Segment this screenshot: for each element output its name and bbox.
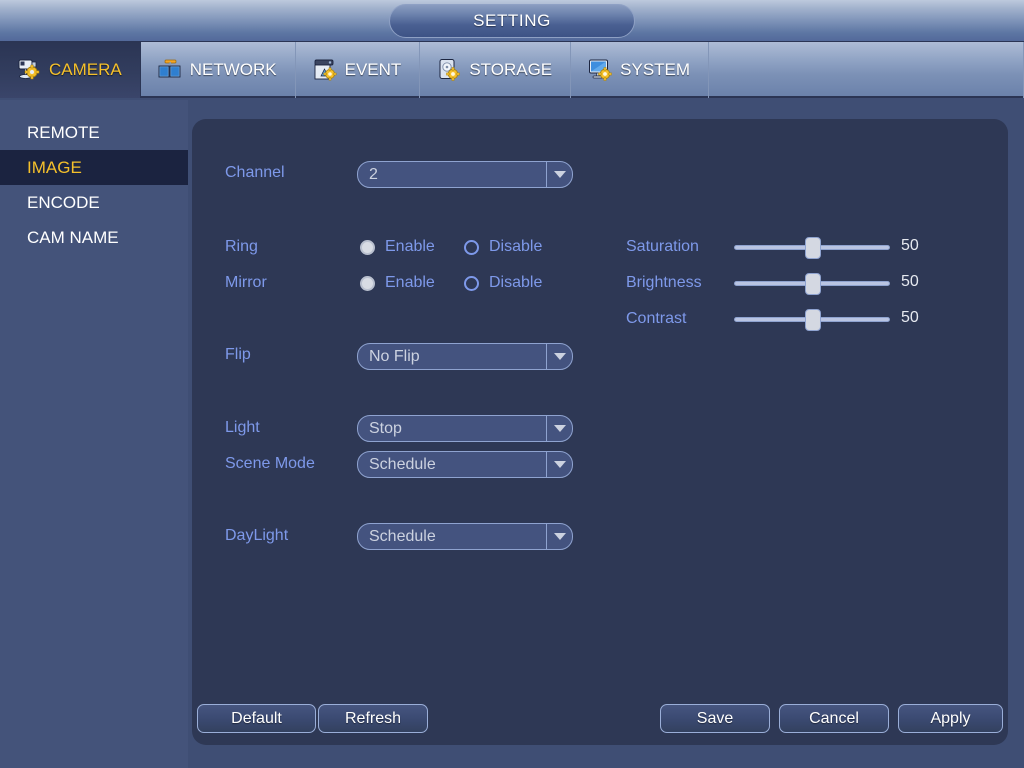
chevron-down-icon (546, 452, 572, 477)
tab-event-label: EVENT (344, 60, 402, 79)
flip-select[interactable]: No Flip (357, 343, 573, 370)
flip-select-value: No Flip (369, 347, 420, 365)
daylight-label: DayLight (225, 527, 289, 544)
apply-button[interactable]: Apply (898, 704, 1003, 733)
ring-enable-label: Enable (385, 238, 435, 255)
scene-mode-select-value: Schedule (369, 455, 436, 473)
mirror-enable-label: Enable (385, 274, 435, 291)
save-button[interactable]: Save (660, 704, 770, 733)
contrast-label: Contrast (626, 310, 687, 327)
channel-label: Channel (225, 164, 285, 181)
saturation-value: 50 (901, 237, 919, 254)
ring-label: Ring (225, 238, 258, 255)
image-settings-panel: Channel 2 Ring Enable Disable Mirror Ena… (192, 119, 1008, 745)
ring-disable-label: Disable (489, 238, 543, 255)
mirror-enable-radio[interactable]: Enable (360, 274, 435, 292)
sidebar-item-encode[interactable]: ENCODE (0, 185, 188, 220)
sidebar-item-label: REMOTE (27, 122, 100, 142)
radio-indicator (464, 239, 479, 255)
brightness-slider-knob[interactable] (805, 273, 821, 295)
radio-indicator (464, 275, 479, 291)
chevron-down-icon (546, 344, 572, 369)
scene-mode-label: Scene Mode (225, 455, 315, 472)
mirror-disable-radio[interactable]: Disable (464, 274, 542, 292)
setting-window: SETTING CAMERA NETWORK EVENT STORAGE SYS… (0, 0, 1024, 768)
chevron-down-icon (546, 162, 572, 187)
brightness-label: Brightness (626, 274, 702, 291)
contrast-slider-knob[interactable] (805, 309, 821, 331)
tab-event[interactable]: EVENT (296, 42, 421, 98)
light-select-value: Stop (369, 419, 402, 437)
mirror-disable-label: Disable (489, 274, 543, 291)
channel-select-value: 2 (369, 165, 378, 183)
contrast-value: 50 (901, 309, 919, 326)
network-icon (158, 59, 181, 78)
title-bar: SETTING (0, 0, 1024, 42)
ring-disable-radio[interactable]: Disable (464, 238, 542, 256)
saturation-slider[interactable] (734, 237, 890, 259)
chevron-down-icon (546, 524, 572, 549)
brightness-slider[interactable] (734, 273, 890, 295)
sidebar-item-label: CAM NAME (27, 227, 119, 247)
saturation-slider-knob[interactable] (805, 237, 821, 259)
sidebar: REMOTE IMAGE ENCODE CAM NAME (0, 100, 188, 768)
daylight-select[interactable]: Schedule (357, 523, 573, 550)
daylight-select-value: Schedule (369, 527, 436, 545)
tab-system-label: SYSTEM (620, 60, 691, 79)
radio-indicator (360, 275, 375, 291)
tab-camera[interactable]: CAMERA (0, 42, 141, 98)
tab-camera-label: CAMERA (49, 60, 122, 79)
event-gear-icon (314, 59, 337, 81)
monitor-gear-icon (589, 59, 612, 81)
ring-enable-radio[interactable]: Enable (360, 238, 435, 256)
camera-gear-icon (18, 59, 40, 80)
radio-indicator (360, 239, 375, 255)
scene-mode-select[interactable]: Schedule (357, 451, 573, 478)
light-select[interactable]: Stop (357, 415, 573, 442)
sidebar-item-remote[interactable]: REMOTE (0, 115, 188, 150)
refresh-button[interactable]: Refresh (318, 704, 428, 733)
tab-storage[interactable]: STORAGE (420, 42, 572, 98)
light-label: Light (225, 419, 260, 436)
sidebar-item-label: ENCODE (27, 192, 100, 212)
hdd-gear-icon (439, 59, 461, 81)
chevron-down-icon (546, 416, 572, 441)
saturation-label: Saturation (626, 238, 699, 255)
tab-system[interactable]: SYSTEM (571, 42, 710, 98)
channel-select[interactable]: 2 (357, 161, 573, 188)
tab-storage-label: STORAGE (469, 60, 553, 79)
tab-bar-empty-slot (709, 42, 1024, 98)
brightness-value: 50 (901, 273, 919, 290)
sidebar-item-label: IMAGE (27, 157, 82, 177)
tab-network-label: NETWORK (189, 60, 277, 79)
default-button[interactable]: Default (197, 704, 316, 733)
tab-network[interactable]: NETWORK (141, 42, 296, 98)
sidebar-item-cam-name[interactable]: CAM NAME (0, 220, 188, 255)
contrast-slider[interactable] (734, 309, 890, 331)
cancel-button[interactable]: Cancel (779, 704, 889, 733)
sidebar-item-image[interactable]: IMAGE (0, 150, 188, 185)
window-title: SETTING (389, 4, 635, 38)
mirror-label: Mirror (225, 274, 267, 291)
main-tab-bar: CAMERA NETWORK EVENT STORAGE SYSTEM (0, 42, 1024, 98)
flip-label: Flip (225, 346, 251, 363)
